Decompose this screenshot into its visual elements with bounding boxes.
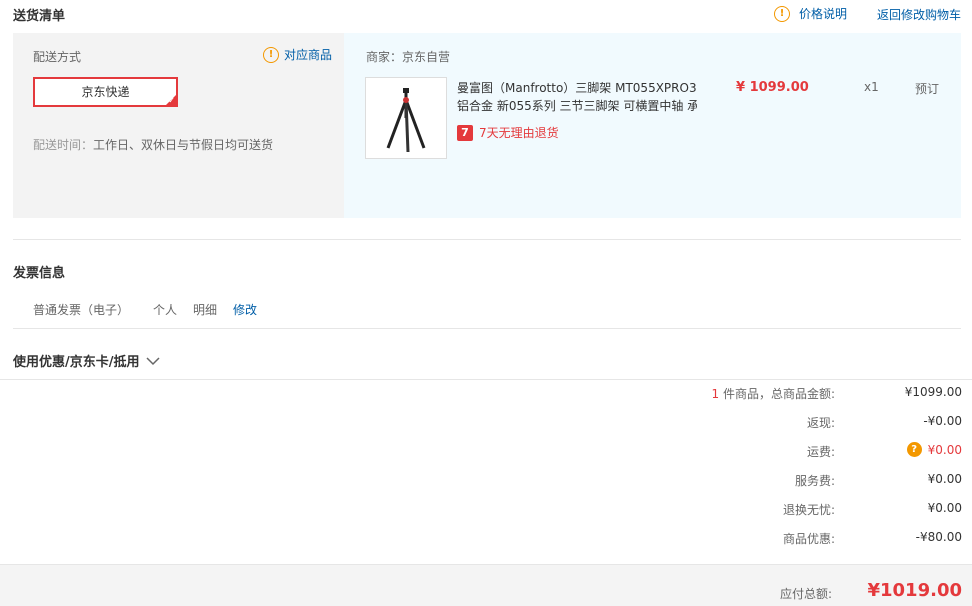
seven-day-return-icon: 7	[457, 124, 473, 141]
related-goods-label: 对应商品	[284, 48, 333, 62]
freight-label: 运费:	[806, 445, 835, 459]
product-thumbnail[interactable]	[365, 77, 447, 159]
rebate-value: -¥0.00	[923, 414, 962, 428]
express-option-label: 京东快递	[81, 85, 130, 99]
divider	[13, 328, 961, 329]
return-policy-label: 7天无理由退货	[479, 126, 559, 140]
discount-label: 商品优惠:	[782, 532, 835, 546]
product-qty: x1	[864, 80, 879, 94]
check-icon: ✓	[168, 96, 175, 105]
goods-count: 1	[711, 387, 720, 401]
divider	[13, 239, 961, 240]
return-insurance-value: ¥0.00	[927, 501, 962, 515]
section-title-coupon: 使用优惠/京东卡/抵用	[13, 355, 140, 370]
service-fee-label: 服务费:	[794, 474, 835, 488]
chevron-down-icon	[145, 356, 160, 365]
price-note-label: 价格说明	[799, 7, 848, 21]
discount-value: -¥80.00	[915, 530, 962, 544]
seller-label: 商家：京东自营	[366, 50, 451, 64]
rebate-label: 返现:	[806, 416, 835, 430]
product-name[interactable]: 曼富图（Manfrotto）三脚架 MT055XPRO3 铝合金 新055系列 …	[457, 79, 697, 115]
payable-value: ¥1019.00	[867, 580, 962, 601]
invoice-info: 普通发票（电子） 个人 明细 修改	[33, 301, 257, 318]
goods-count-suffix: 件商品，总商品金额:	[719, 387, 835, 401]
related-goods-link[interactable]: ! 对应商品	[263, 46, 332, 63]
price-note-link[interactable]: ! 价格说明	[774, 5, 847, 22]
product-price: ¥ 1099.00	[736, 80, 809, 95]
invoice-holder: 个人	[153, 303, 178, 317]
delivery-time: 配送时间： 工作日、双休日与节假日均可送货	[33, 136, 273, 153]
service-fee-value: ¥0.00	[927, 472, 962, 486]
warning-icon: !	[774, 5, 790, 22]
delivery-time-value: 工作日、双休日与节假日均可送货	[93, 138, 274, 152]
warning-icon: !	[263, 46, 279, 63]
product-name-line: 铝合金 新055系列 三节三脚架 可横置中轴 承	[457, 99, 697, 113]
coupon-toggle[interactable]: 使用优惠/京东卡/抵用	[13, 351, 160, 370]
question-icon[interactable]: ?	[906, 442, 922, 457]
return-policy: 7 7天无理由退货	[457, 124, 559, 141]
invoice-type: 普通发票（电子）	[33, 303, 130, 317]
delivery-time-label: 配送时间：	[33, 138, 94, 152]
goods-count-label: 1 件商品，总商品金额:	[640, 385, 836, 402]
back-to-cart-link[interactable]: 返回修改购物车	[877, 6, 961, 23]
product-status: 预订	[915, 82, 940, 96]
invoice-content: 明细	[193, 303, 218, 317]
section-title-delivery-list: 送货清单	[13, 9, 66, 24]
product-name-line: 曼富图（Manfrotto）三脚架 MT055XPRO3	[457, 81, 697, 95]
express-option-jd[interactable]: 京东快递 ✓	[33, 77, 178, 107]
payable-label: 应付总额:	[779, 587, 832, 601]
return-insurance-label: 退换无忧:	[782, 503, 835, 517]
divider	[0, 379, 972, 380]
freight-value-group: ? ¥0.00	[862, 442, 962, 457]
shipping-method-label: 配送方式	[33, 50, 82, 64]
invoice-edit-link[interactable]: 修改	[233, 301, 257, 318]
freight-value: ¥0.00	[927, 442, 962, 457]
goods-total: ¥1099.00	[904, 385, 962, 399]
section-title-invoice: 发票信息	[13, 266, 66, 281]
tripod-image	[386, 88, 426, 153]
